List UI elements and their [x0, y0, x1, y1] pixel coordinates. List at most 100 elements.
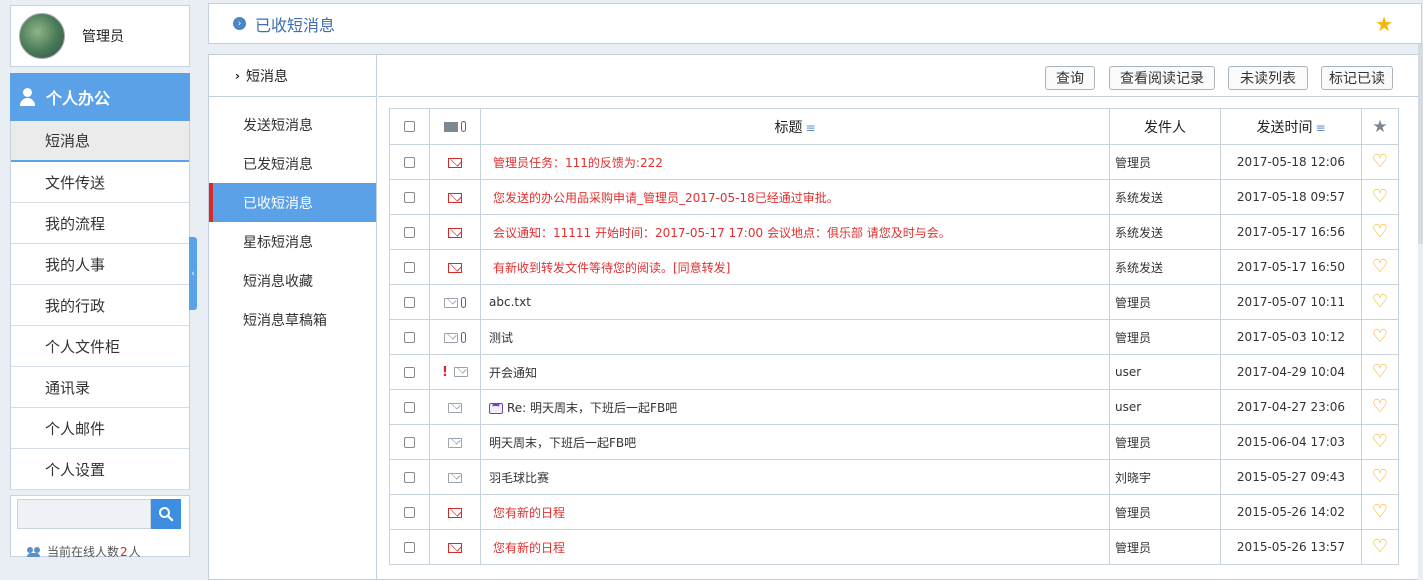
time-header[interactable]: 发送时间 ≡: [1220, 108, 1362, 145]
row-title-cell[interactable]: abc.txt: [480, 284, 1110, 320]
table-row[interactable]: 会议通知：11111 开始时间：2017-05-17 17:00 会议地点：俱乐…: [389, 214, 1399, 250]
table-row[interactable]: 羽毛球比赛 刘晓宇 2015-05-27 09:43 ♡: [389, 459, 1399, 495]
scrollbar-thumb[interactable]: [1418, 44, 1423, 244]
table-row[interactable]: 您有新的日程 管理员 2015-05-26 14:02 ♡: [389, 494, 1399, 530]
sub-nav-item[interactable]: 短消息收藏: [209, 261, 376, 300]
sort-menu-icon[interactable]: ≡: [805, 121, 815, 135]
table-row[interactable]: 管理员任务：111的反馈为:222 管理员 2017-05-18 12:06 ♡: [389, 144, 1399, 180]
table-row[interactable]: 您发送的办公用品采购申请_管理员_2017-05-18已经通过审批。 系统发送 20…: [389, 179, 1399, 215]
sidebar-item[interactable]: 个人文件柜: [11, 326, 189, 367]
message-title[interactable]: 您有新的日程: [493, 506, 565, 520]
paperclip-icon: [461, 332, 466, 343]
sidebar-collapse-handle[interactable]: ‹: [189, 237, 197, 310]
favorite-star-icon[interactable]: ★: [1375, 12, 1393, 36]
heart-icon[interactable]: ♡: [1372, 291, 1388, 312]
row-title-cell[interactable]: 会议通知：11111 开始时间：2017-05-17 17:00 会议地点：俱乐…: [480, 214, 1110, 250]
unread-list-button[interactable]: 未读列表: [1228, 66, 1308, 90]
message-title[interactable]: 开会通知: [489, 366, 537, 380]
heart-icon[interactable]: ♡: [1372, 536, 1388, 557]
message-title[interactable]: Re: 明天周末，下班后一起FB吧: [507, 401, 677, 415]
table-row[interactable]: 您有新的日程 管理员 2015-05-26 13:57 ♡: [389, 529, 1399, 565]
sub-nav-item[interactable]: 短消息草稿箱: [209, 300, 376, 339]
row-title-cell[interactable]: 明天周末，下班后一起FB吧: [480, 424, 1110, 460]
heart-icon[interactable]: ♡: [1372, 151, 1388, 172]
toolbar: 查询 查看阅读记录 未读列表 标记已读: [378, 55, 1422, 97]
row-title-cell[interactable]: 您有新的日程: [480, 529, 1110, 565]
sidebar-item[interactable]: 个人设置: [11, 449, 189, 490]
page-scrollbar[interactable]: [1418, 44, 1423, 580]
message-title[interactable]: 明天周末，下班后一起FB吧: [489, 436, 636, 450]
sidebar-item[interactable]: 通讯录: [11, 367, 189, 408]
row-select-cell: [389, 179, 430, 215]
heart-icon[interactable]: ♡: [1372, 221, 1388, 242]
table-row[interactable]: 有新收到转发文件等待您的阅读。[同意转发] 系统发送 2017-05-17 16:5…: [389, 249, 1399, 285]
message-sender: 系统发送: [1109, 249, 1221, 285]
table-row[interactable]: 明天周末，下班后一起FB吧 管理员 2015-06-04 17:03 ♡: [389, 424, 1399, 460]
heart-icon[interactable]: ♡: [1372, 186, 1388, 207]
select-all-checkbox[interactable]: [404, 121, 415, 132]
message-title[interactable]: 您发送的办公用品采购申请_管理员_2017-05-18已经通过审批。: [493, 191, 839, 205]
message-title[interactable]: 您有新的日程: [493, 541, 565, 555]
row-checkbox[interactable]: [404, 192, 415, 203]
sidebar-item[interactable]: 文件传送: [11, 162, 189, 203]
row-title-cell[interactable]: Re: 明天周末，下班后一起FB吧: [480, 389, 1110, 425]
heart-icon[interactable]: ♡: [1372, 396, 1388, 417]
message-title[interactable]: 测试: [489, 331, 513, 345]
message-sender: user: [1109, 389, 1221, 425]
sidebar-item[interactable]: 我的流程: [11, 203, 189, 244]
heart-icon[interactable]: ♡: [1372, 326, 1388, 347]
envelope-icon: [453, 367, 468, 377]
message-title[interactable]: 会议通知：11111 开始时间：2017-05-17 17:00 会议地点：俱乐…: [493, 226, 951, 240]
row-checkbox[interactable]: [404, 157, 415, 168]
heart-icon[interactable]: ♡: [1372, 431, 1388, 452]
row-title-cell[interactable]: 管理员任务：111的反馈为:222: [480, 144, 1110, 180]
message-title[interactable]: 有新收到转发文件等待您的阅读。[同意转发]: [493, 261, 730, 275]
row-title-cell[interactable]: 有新收到转发文件等待您的阅读。[同意转发]: [480, 249, 1110, 285]
nav-header-personal-office[interactable]: 个人办公: [10, 73, 190, 121]
row-title-cell[interactable]: 您有新的日程: [480, 494, 1110, 530]
message-title[interactable]: 羽毛球比赛: [489, 471, 549, 485]
sub-nav-item[interactable]: 发送短消息: [209, 105, 376, 144]
mark-read-button[interactable]: 标记已读: [1321, 66, 1393, 90]
sidebar-item[interactable]: 个人邮件: [11, 408, 189, 449]
message-title[interactable]: abc.txt: [489, 295, 531, 309]
sub-nav-item[interactable]: 星标短消息: [209, 222, 376, 261]
search-input[interactable]: [17, 499, 151, 529]
row-checkbox[interactable]: [404, 402, 415, 413]
sort-menu-icon[interactable]: ≡: [1315, 121, 1325, 135]
sidebar-item[interactable]: 我的行政: [11, 285, 189, 326]
heart-icon[interactable]: ♡: [1372, 361, 1388, 382]
message-title[interactable]: 管理员任务：111的反馈为:222: [493, 156, 663, 170]
row-title-cell[interactable]: 您发送的办公用品采购申请_管理员_2017-05-18已经通过审批。: [480, 179, 1110, 215]
row-checkbox[interactable]: [404, 227, 415, 238]
table-row[interactable]: Re: 明天周末，下班后一起FB吧 user2017-04-27 23:06 ♡: [389, 389, 1399, 425]
sidebar-item[interactable]: 我的人事: [11, 244, 189, 285]
row-checkbox[interactable]: [404, 472, 415, 483]
search-button[interactable]: [151, 499, 181, 529]
sidebar-item[interactable]: 短消息: [11, 121, 189, 162]
row-checkbox[interactable]: [404, 262, 415, 273]
row-title-cell[interactable]: 羽毛球比赛: [480, 459, 1110, 495]
sub-nav-item[interactable]: 已收短消息: [209, 183, 376, 222]
row-title-cell[interactable]: 开会通知: [480, 354, 1110, 390]
heart-icon[interactable]: ♡: [1372, 501, 1388, 522]
table-row[interactable]: 测试 管理员 2017-05-03 10:12 ♡: [389, 319, 1399, 355]
row-checkbox[interactable]: [404, 367, 415, 378]
heart-icon[interactable]: ♡: [1372, 466, 1388, 487]
message-sender: 管理员: [1109, 284, 1221, 320]
heart-icon[interactable]: ♡: [1372, 256, 1388, 277]
row-checkbox[interactable]: [404, 437, 415, 448]
query-button[interactable]: 查询: [1045, 66, 1095, 90]
table-row[interactable]: abc.txt 管理员 2017-05-07 10:11 ♡: [389, 284, 1399, 320]
row-checkbox[interactable]: [404, 542, 415, 553]
view-read-records-button[interactable]: 查看阅读记录: [1109, 66, 1215, 90]
row-checkbox[interactable]: [404, 332, 415, 343]
avatar[interactable]: [19, 13, 65, 59]
row-checkbox[interactable]: [404, 507, 415, 518]
online-users[interactable]: 当前在线人数 2 人: [17, 543, 183, 560]
table-row[interactable]: ! 开会通知 user 2017-04-29 10:04 ♡: [389, 354, 1399, 390]
sub-nav-item[interactable]: 已发短消息: [209, 144, 376, 183]
row-title-cell[interactable]: 测试: [480, 319, 1110, 355]
title-header[interactable]: 标题 ≡: [480, 108, 1110, 145]
row-checkbox[interactable]: [404, 297, 415, 308]
